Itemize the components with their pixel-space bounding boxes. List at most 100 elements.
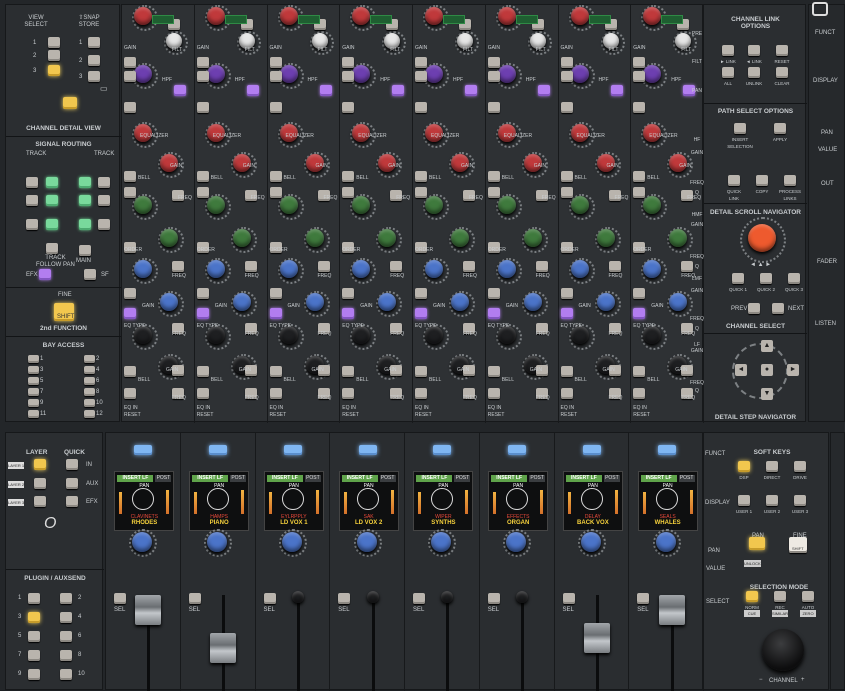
filter-knob[interactable] [206, 65, 225, 83]
button[interactable] [124, 102, 136, 113]
button[interactable] [487, 388, 500, 399]
eq-type-button[interactable] [487, 308, 500, 319]
bell-button[interactable] [124, 366, 136, 377]
aux-3-button[interactable] [28, 612, 40, 623]
channel-fader[interactable] [210, 633, 237, 663]
aux-1-button[interactable] [28, 593, 40, 604]
bay-8-button[interactable] [84, 388, 95, 396]
bell-button[interactable] [196, 366, 209, 377]
pan-knob[interactable] [281, 532, 302, 552]
hmf-freq-knob[interactable] [451, 229, 469, 247]
pan-knob[interactable] [207, 532, 228, 552]
soft-key-button[interactable] [766, 495, 778, 506]
aux-2-button[interactable] [60, 593, 72, 604]
soft-key-button[interactable] [794, 461, 806, 472]
link-option-button[interactable] [722, 67, 734, 78]
button[interactable] [244, 261, 257, 272]
bay-1-button[interactable] [28, 355, 39, 363]
quick-nav-button[interactable] [732, 273, 744, 284]
gain-knob[interactable] [134, 7, 152, 25]
quick-2-button[interactable] [66, 478, 78, 489]
button[interactable] [124, 288, 136, 299]
eq-type-button[interactable] [633, 308, 646, 319]
pan-knob[interactable] [655, 532, 676, 552]
quick-nav-button[interactable] [760, 273, 772, 284]
button[interactable] [342, 288, 355, 299]
eq-type-button[interactable] [342, 308, 355, 319]
button[interactable] [415, 71, 427, 82]
bell-button[interactable] [415, 366, 427, 377]
snap-3-button[interactable] [88, 71, 100, 82]
route-button[interactable] [46, 177, 58, 188]
layer-3-button[interactable] [34, 496, 46, 507]
button[interactable] [196, 71, 209, 82]
hmf-freq-knob[interactable] [596, 229, 615, 247]
button[interactable] [415, 57, 427, 68]
sel-button[interactable] [338, 593, 351, 604]
soft-key-button[interactable] [766, 461, 778, 472]
button[interactable] [560, 71, 573, 82]
channel-fader[interactable] [135, 595, 162, 625]
bay-11-button[interactable] [28, 410, 39, 418]
link-option-button[interactable] [722, 45, 734, 56]
aux-9-button[interactable] [28, 669, 40, 680]
button[interactable] [390, 261, 403, 272]
bay-4-button[interactable] [84, 366, 95, 374]
channel-mode-button[interactable] [657, 445, 676, 455]
gain-knob[interactable] [497, 7, 516, 25]
lmf-gain-knob[interactable] [279, 260, 298, 278]
lmf-freq-knob[interactable] [523, 293, 542, 311]
button[interactable] [196, 57, 209, 68]
lmf-gain-knob[interactable] [134, 260, 152, 278]
filter-select-button[interactable] [174, 85, 186, 96]
button[interactable] [487, 57, 500, 68]
hmf-gain-knob[interactable] [206, 196, 225, 214]
hmf-gain-knob[interactable] [425, 196, 443, 214]
sel-button[interactable] [263, 593, 276, 604]
track-follow-pan-button[interactable] [46, 243, 58, 254]
filter-select-button[interactable] [465, 85, 477, 96]
route-button[interactable] [98, 177, 110, 188]
channel-mode-button[interactable] [134, 445, 153, 455]
selection-mode-button[interactable] [802, 591, 814, 602]
bell-button[interactable] [342, 366, 355, 377]
hmf-gain-knob[interactable] [134, 196, 152, 214]
button[interactable] [196, 102, 209, 113]
button[interactable] [560, 57, 573, 68]
button[interactable] [342, 57, 355, 68]
channel-mode-button[interactable] [358, 445, 377, 455]
gain-knob[interactable] [570, 7, 589, 25]
filter-select-button[interactable] [392, 85, 405, 96]
button[interactable] [172, 261, 184, 272]
step-right-button[interactable]: ► [787, 364, 799, 376]
bell-button[interactable] [342, 171, 355, 182]
bay-3-button[interactable] [28, 366, 39, 374]
view-1-button[interactable] [48, 37, 60, 48]
hmf-freq-knob[interactable] [523, 229, 542, 247]
detail-scroll-knob[interactable] [748, 224, 776, 252]
button[interactable] [487, 288, 500, 299]
aux-4-button[interactable] [60, 612, 72, 623]
sel-button[interactable] [562, 593, 575, 604]
button[interactable] [124, 187, 136, 198]
button[interactable] [196, 288, 209, 299]
button[interactable] [633, 187, 646, 198]
bay-10-button[interactable] [84, 399, 95, 407]
channel-fader[interactable] [583, 623, 610, 653]
bay-12-button[interactable] [84, 410, 95, 418]
hmf-freq-knob[interactable] [160, 229, 178, 247]
path-select-button[interactable] [728, 175, 740, 186]
button[interactable] [633, 388, 646, 399]
aux-5-button[interactable] [28, 631, 40, 642]
bell-button[interactable] [560, 366, 573, 377]
bell-button[interactable] [124, 171, 136, 182]
gain-knob[interactable] [206, 7, 225, 25]
channel-knob[interactable] [762, 629, 804, 671]
button[interactable] [342, 71, 355, 82]
filter-select-button[interactable] [537, 85, 550, 96]
bell-button[interactable] [269, 366, 282, 377]
step-left-button[interactable]: ◄ [735, 364, 747, 376]
selection-mode-button[interactable] [774, 591, 786, 602]
button[interactable] [124, 388, 136, 399]
button[interactable] [269, 102, 282, 113]
